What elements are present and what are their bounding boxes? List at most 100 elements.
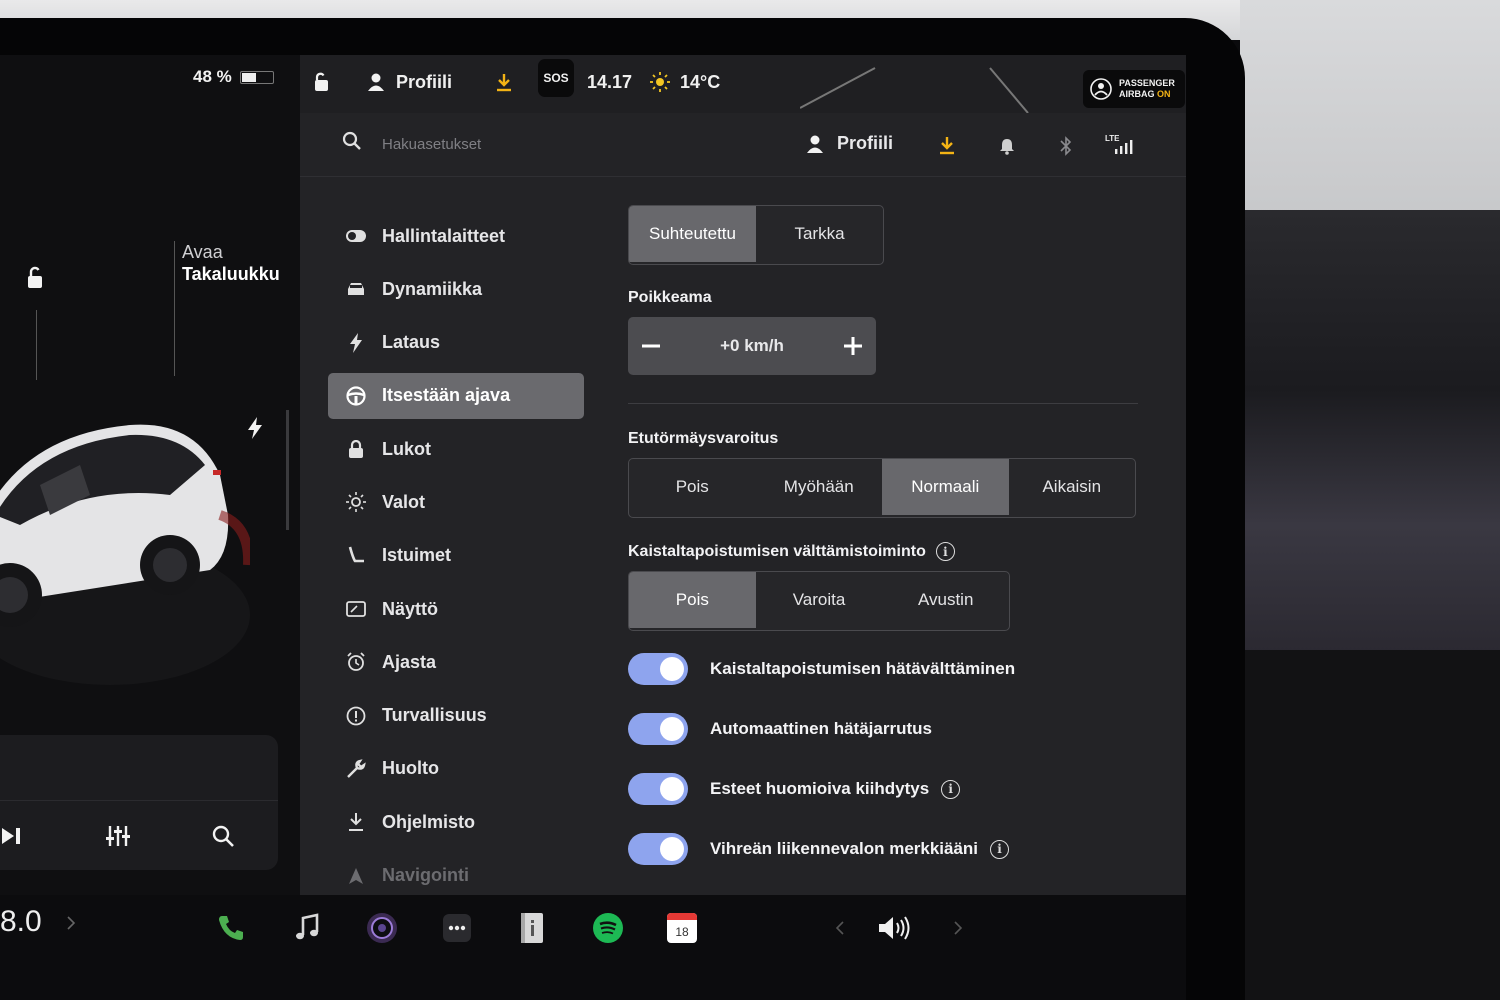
toggle-label: Automaattinen hätäjarrutus [710,719,932,738]
info-icon[interactable]: i [990,839,1010,859]
next-track-icon[interactable] [0,823,26,849]
background-dashboard-lower [1240,650,1500,1000]
toggle-knob [660,657,684,681]
download-icon [346,812,366,832]
more-apps-icon[interactable] [438,909,476,947]
nav-item-label: Turvallisuus [382,705,487,726]
volume-down-chevron-icon[interactable] [835,920,845,936]
setting-toggle-row: Esteet huomioiva kiihdytys i [628,759,1148,819]
lane-departure-option[interactable]: Varoita [756,572,883,628]
nav-item-label: Itsestään ajava [382,385,511,406]
chevron-right-icon[interactable] [66,915,76,931]
camera-app-icon[interactable] [363,909,401,947]
nav-item-turvallisuus[interactable]: Turvallisuus [328,693,584,739]
bottom-dock: 8.0 18 [0,895,1186,1000]
nav-item-label: Lataus [382,332,441,353]
display-icon [346,599,366,619]
toggle-switch[interactable] [628,773,688,805]
settings-search-input[interactable] [382,131,702,157]
nav-item-label: Valot [382,491,426,512]
collision-warning-option[interactable]: Normaali [882,459,1009,515]
decrease-offset-button[interactable] [638,333,664,359]
status-profile-button[interactable]: Profiili [366,69,452,95]
offset-label: Poikkeama [628,289,712,306]
speed-mode-option[interactable]: Tarkka [756,206,883,262]
toggle-switch[interactable] [628,713,688,745]
nav-item-dynamiikka[interactable]: Dynamiikka [328,266,584,312]
person-icon [807,135,823,153]
lane-departure-option[interactable]: Pois [629,572,756,628]
toggle-label: Vihreän liikennevalon merkkiääni [710,839,979,858]
header-download-icon[interactable] [937,135,957,155]
toggle-switch[interactable] [628,833,688,865]
nav-item-lukot[interactable]: Lukot [328,426,584,472]
search-icon [342,131,361,150]
manual-icon[interactable] [513,909,551,947]
car-3d-model[interactable] [0,365,254,695]
media-divider [0,800,278,801]
nav-item-label: Lukot [382,438,431,459]
trunk-action-label: Avaa [182,242,223,262]
navigation-icon [346,866,366,886]
setting-toggle-row: Kaistaltapoistumisen hätävälttäminen [628,639,1148,699]
top-status-bar: Profiili SOS 14.17 14°C PASSENGER AIRBAG… [300,55,1186,113]
offset-value: +0 km/h [720,336,784,355]
unlock-icon[interactable] [22,265,48,291]
sos-label: SOS [543,71,569,85]
toggle-knob [660,717,684,741]
nav-item-näyttö[interactable]: Näyttö [328,586,584,632]
volume-icon[interactable] [876,909,914,947]
nav-item-navigointi[interactable]: Navigointi [328,853,584,899]
equalizer-icon[interactable] [105,823,131,849]
touchscreen: 48 % Avaa Takaluukku Profiili SOS 14.17 … [0,55,1186,1000]
bell-icon[interactable] [998,137,1016,155]
software-download-icon[interactable] [494,69,514,95]
charge-port-icon[interactable] [246,417,264,439]
collision-warning-label: Etutörmäysvaroitus [628,430,779,447]
nav-item-hallintalaitteet[interactable]: Hallintalaitteet [328,213,584,259]
light-icon [346,492,366,513]
info-icon[interactable]: i [941,779,961,799]
music-icon[interactable] [288,909,326,947]
nav-item-label: Navigointi [382,865,470,886]
bluetooth-icon[interactable] [1058,135,1074,157]
increase-offset-button[interactable] [840,333,866,359]
calendar-day: 18 [675,924,689,939]
header-profile-button[interactable]: Profiili [805,133,893,154]
minus-icon [642,344,660,348]
info-icon[interactable]: i [935,542,955,561]
driver-lock-icon[interactable] [310,69,332,95]
nav-item-label: Ajasta [382,651,437,672]
nav-item-valot[interactable]: Valot [328,479,584,525]
nav-item-label: Huolto [382,758,439,779]
calendar-icon[interactable]: 18 [663,909,701,947]
airbag-state: ON [1157,89,1171,99]
collision-warning-option[interactable]: Pois [629,459,756,515]
spotify-icon[interactable] [589,909,627,947]
battery-percent: 48 % [193,67,232,86]
nav-item-ajasta[interactable]: Ajasta [328,639,584,685]
phone-icon[interactable] [212,909,250,947]
sos-button[interactable]: SOS [538,59,574,97]
clock: 14.17 [587,71,633,92]
collision-warning-option[interactable]: Myöhään [756,459,883,515]
media-search-icon[interactable] [210,823,236,849]
panel-scrollbar[interactable] [286,410,289,530]
lane-departure-option[interactable]: Avustin [882,572,1009,628]
collision-warning-option[interactable]: Aikaisin [1009,459,1136,515]
camera-outline [800,67,1029,113]
toggle-label: Kaistaltapoistumisen hätävälttäminen [710,659,1016,678]
nav-item-ohjelmisto[interactable]: Ohjelmisto [328,799,584,845]
toggle-switch[interactable] [628,653,688,685]
speed-mode-option[interactable]: Suhteutettu [629,206,756,262]
open-trunk-button[interactable]: Avaa Takaluukku [182,241,280,285]
battery-icon [239,70,274,84]
nav-item-itsestään-ajava[interactable]: Itsestään ajava [328,372,584,419]
volume-up-chevron-icon[interactable] [953,920,963,936]
header-profile-label: Profiili [837,133,894,153]
setting-toggle-row: Automaattinen hätäjarrutus [628,699,1148,759]
car-panel: 48 % Avaa Takaluukku [0,55,300,895]
nav-item-huolto[interactable]: Huolto [328,746,584,792]
nav-item-lataus[interactable]: Lataus [328,320,584,366]
nav-item-istuimet[interactable]: Istuimet [328,533,584,579]
